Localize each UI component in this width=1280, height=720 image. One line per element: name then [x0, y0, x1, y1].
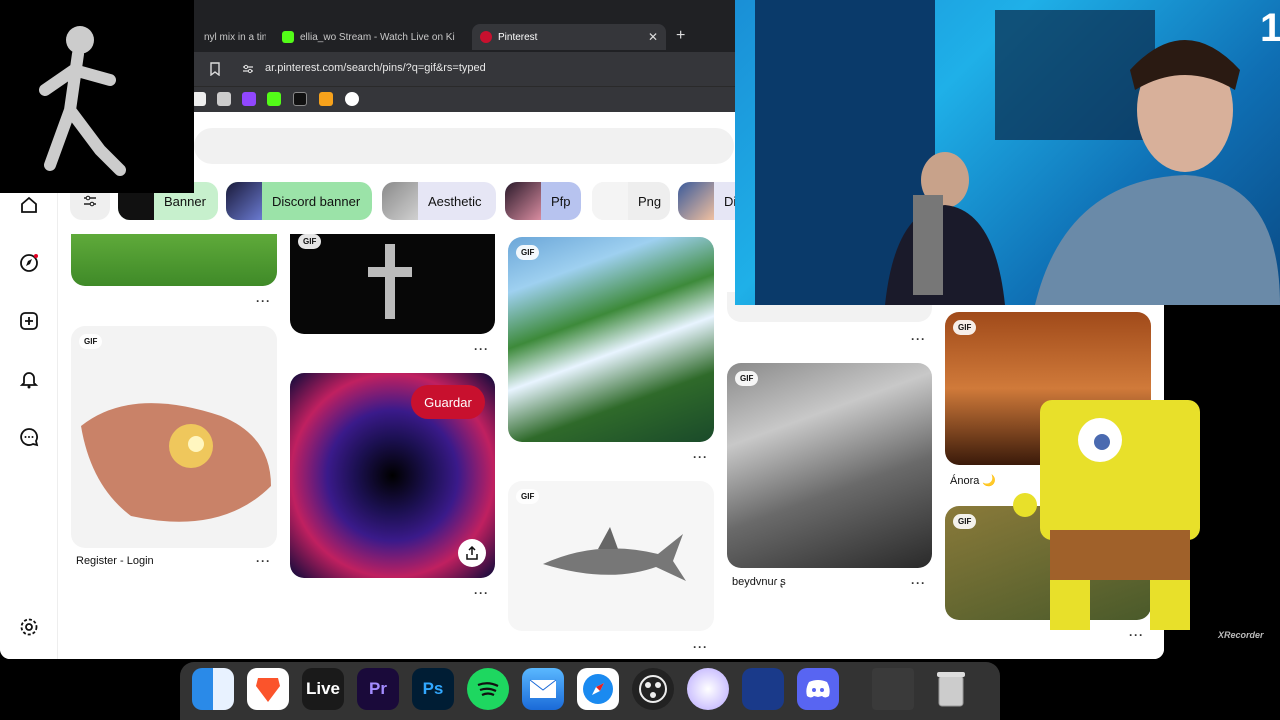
site-settings-icon[interactable]	[242, 63, 254, 75]
chip-discord-banner[interactable]: Discord banner	[226, 182, 372, 220]
obs-icon[interactable]	[632, 668, 674, 710]
notifications-icon[interactable]	[18, 368, 40, 390]
messages-icon[interactable]	[18, 426, 40, 448]
pin-space-tunnel[interactable]: Guardar	[290, 373, 495, 578]
premiere-icon[interactable]: Pr	[357, 668, 399, 710]
gif-badge: GIF	[298, 234, 322, 249]
tab-music[interactable]: nyl mix in a tin	[196, 24, 266, 50]
twitch-icon[interactable]	[242, 92, 256, 106]
chip-pfp[interactable]: Pfp	[505, 182, 581, 220]
shark-image	[543, 527, 686, 581]
pin-more-button[interactable]: ···	[693, 450, 708, 464]
chip-thumbnail	[678, 182, 714, 220]
gif-badge: GIF	[79, 334, 103, 349]
create-icon[interactable]	[18, 310, 40, 332]
filter-icon	[84, 195, 96, 207]
gif-badge: GIF	[953, 320, 977, 335]
bookmark-5-icon[interactable]	[293, 92, 307, 106]
pin-title[interactable]: beydvnuɾ ʂ	[732, 576, 786, 588]
left-navigation	[0, 172, 58, 659]
kick-icon	[282, 31, 294, 43]
spotify-icon[interactable]	[467, 668, 509, 710]
share-icon[interactable]	[458, 539, 486, 567]
pin-title[interactable]: Register - Login	[76, 555, 154, 567]
kick-bookmark-icon[interactable]	[267, 92, 281, 106]
pin-more-button[interactable]: ···	[474, 586, 489, 600]
streamers-image	[755, 0, 1280, 305]
bookmark-2-icon[interactable]	[217, 92, 231, 106]
launcher-icon[interactable]	[687, 668, 729, 710]
pin-train-station[interactable]: GIF	[727, 363, 932, 568]
recorder-watermark: XRecorder	[1218, 630, 1264, 640]
chip-thumbnail	[382, 182, 418, 220]
pin-more-button[interactable]: ···	[693, 640, 708, 654]
bookmark-1-icon[interactable]	[192, 92, 206, 106]
pin-shark[interactable]: GIF	[508, 481, 714, 631]
discord-icon[interactable]	[797, 668, 839, 710]
pinterest-icon	[480, 31, 492, 43]
hand-image	[81, 403, 271, 522]
pin-frog[interactable]	[71, 234, 277, 286]
tab-pinterest[interactable]: Pinterest ✕	[472, 24, 666, 50]
chip-thumbnail	[226, 182, 262, 220]
gif-badge: GIF	[516, 245, 540, 260]
github-icon[interactable]	[345, 92, 359, 106]
recent-window-icon[interactable]	[872, 668, 914, 710]
close-tab-icon[interactable]: ✕	[648, 30, 658, 44]
chip-png[interactable]: Png	[592, 182, 670, 220]
url-field[interactable]: ar.pinterest.com/search/pins/?q=gif&rs=t…	[265, 62, 486, 74]
spongebob-overlay	[1013, 400, 1200, 630]
save-button[interactable]: Guardar	[411, 385, 485, 419]
trash-icon[interactable]	[930, 668, 972, 710]
pin-sparkle-hand[interactable]: GIF	[71, 326, 277, 548]
gif-badge: GIF	[953, 514, 977, 529]
gif-badge: GIF	[516, 489, 540, 504]
chip-thumbnail	[592, 182, 628, 220]
dock: Live Pr Ps	[180, 662, 1000, 720]
pin-waterfall[interactable]: GIF	[508, 237, 714, 442]
chip-thumbnail	[505, 182, 541, 220]
search-bar[interactable]	[194, 128, 734, 164]
stream-number: 1	[1260, 6, 1280, 50]
pin-cross[interactable]: GIF	[290, 234, 495, 334]
pin-title[interactable]: Ánora 🌙	[950, 474, 996, 487]
pin-more-button[interactable]: ···	[256, 554, 271, 568]
skeleton-icon	[39, 26, 126, 176]
new-tab-icon[interactable]: +	[676, 27, 685, 45]
ableton-live-icon[interactable]: Live	[302, 668, 344, 710]
pcsx2-icon[interactable]	[742, 668, 784, 710]
settings-icon[interactable]	[18, 616, 40, 638]
pin-more-button[interactable]: ···	[474, 342, 489, 356]
bookmark-6-icon[interactable]	[319, 92, 333, 106]
bookmark-icon[interactable]	[209, 62, 221, 76]
chip-aesthetic[interactable]: Aesthetic	[382, 182, 496, 220]
webcam-overlay: 1	[735, 0, 1280, 305]
cross-image	[368, 244, 412, 319]
safari-icon[interactable]	[577, 668, 619, 710]
tab-kick-stream[interactable]: ellia_wo Stream - Watch Live on Ki	[274, 24, 464, 50]
pin-more-button[interactable]: ···	[911, 332, 926, 346]
finder-icon[interactable]	[192, 668, 234, 710]
pin-more-button[interactable]: ···	[911, 576, 926, 590]
screen: nyl mix in a tin ellia_wo Stream - Watch…	[0, 0, 1280, 720]
gif-badge: GIF	[735, 371, 759, 386]
dancing-skeleton-overlay	[0, 0, 194, 193]
explore-icon[interactable]	[18, 252, 40, 274]
mail-icon[interactable]	[522, 668, 564, 710]
photoshop-icon[interactable]: Ps	[412, 668, 454, 710]
brave-icon[interactable]	[247, 668, 289, 710]
home-icon[interactable]	[18, 194, 40, 216]
pin-more-button[interactable]: ···	[256, 294, 271, 308]
